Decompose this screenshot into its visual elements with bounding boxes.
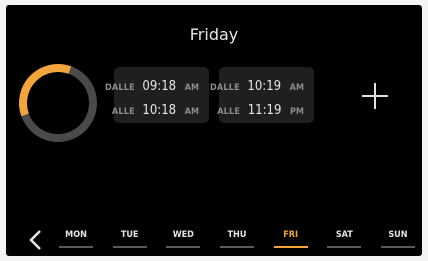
day-underline	[327, 246, 362, 248]
plus-icon[interactable]	[362, 83, 388, 109]
day-tab-mon[interactable]: MON	[59, 227, 93, 255]
day-tab-sun[interactable]: SUN	[380, 227, 415, 255]
day-underline	[219, 246, 254, 248]
day-underline	[273, 246, 308, 248]
schedule-screen: Friday DALLE 09:18 AM ALLE 10:18 AM DALL…	[6, 5, 422, 256]
end-time: 11:19	[247, 103, 282, 118]
time-slot-card[interactable]: DALLE 09:18 AM ALLE 10:18 AM	[105, 67, 209, 123]
day-underline	[112, 246, 147, 248]
day-label: FRI	[283, 230, 299, 240]
day-label: TUE	[120, 230, 139, 240]
start-ampm: AM	[289, 83, 304, 93]
day-selector: MON TUE WED THU FRI SAT SUN	[59, 227, 415, 255]
start-time: 10:19	[247, 79, 282, 94]
end-time: 10:18	[142, 103, 177, 118]
chevron-left-icon[interactable]	[28, 229, 44, 251]
slot-start-row: DALLE 09:18 AM	[105, 75, 199, 94]
day-label: MON	[65, 230, 87, 240]
time-slot-card[interactable]: DALLE 10:19 AM ALLE 11:19 PM	[210, 67, 314, 123]
start-time: 09:18	[142, 79, 177, 94]
slot-end-row: ALLE 11:19 PM	[217, 99, 304, 118]
day-underline	[166, 246, 201, 248]
slot-start-row: DALLE 10:19 AM	[210, 75, 304, 94]
day-tab-fri[interactable]: FRI	[273, 227, 308, 255]
day-tab-thu[interactable]: THU	[219, 227, 254, 255]
from-label: DALLE	[209, 83, 240, 93]
slot-end-row: ALLE 10:18 AM	[112, 99, 199, 118]
to-label: ALLE	[111, 107, 135, 117]
day-label: SUN	[388, 230, 408, 240]
day-tab-sat[interactable]: SAT	[327, 227, 362, 255]
page-title: Friday	[189, 25, 239, 44]
to-label: ALLE	[217, 107, 241, 117]
start-ampm: AM	[184, 83, 199, 93]
day-tab-tue[interactable]: TUE	[112, 227, 147, 255]
day-tab-wed[interactable]: WED	[166, 227, 201, 255]
day-label: WED	[172, 230, 194, 240]
day-label: THU	[227, 230, 247, 240]
day-underline	[59, 246, 93, 248]
from-label: DALLE	[104, 83, 135, 93]
day-label: SAT	[335, 230, 353, 240]
end-ampm: PM	[290, 107, 304, 117]
day-underline	[380, 246, 415, 248]
ring-active-arc	[19, 64, 72, 117]
end-ampm: AM	[184, 107, 199, 117]
schedule-ring	[19, 64, 97, 142]
